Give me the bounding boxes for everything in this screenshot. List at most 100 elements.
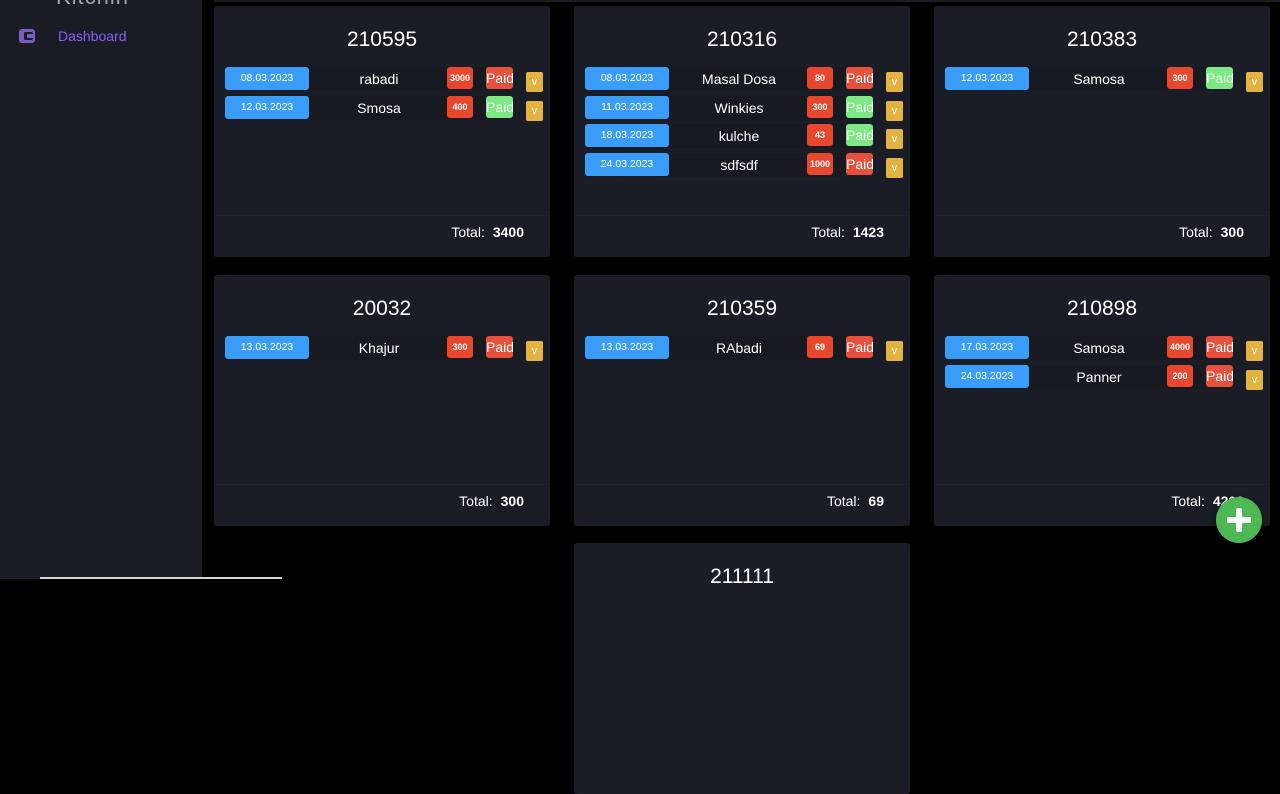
item-name: Panner <box>1076 368 1122 385</box>
order-row: 13.03.2023 Khajur 300 Paid v <box>225 331 544 361</box>
order-row: 13.03.2023 RAbadi 69 Paid v <box>585 331 904 361</box>
amount-badge: 69 <box>807 336 833 358</box>
order-card: 210383 12.03.2023 Samosa 300 Paid v Total: 300 <box>934 6 1270 257</box>
item-name: Samosa <box>1073 71 1125 87</box>
total-value: 3400 <box>492 224 524 240</box>
amount-badge: 300 <box>807 95 833 118</box>
item-name: rabadi <box>359 71 399 87</box>
paid-status-button[interactable]: Paid <box>846 124 873 146</box>
view-button[interactable]: v <box>526 341 543 361</box>
view-button[interactable]: v <box>1246 369 1263 390</box>
view-button[interactable]: v <box>1246 341 1263 361</box>
card-title: 210595 <box>346 28 418 51</box>
dashboard-main: 210595 08.03.2023 rabadi 3000 Paid v 12.03.202… <box>202 0 1280 794</box>
amount-badge: 300 <box>447 336 473 358</box>
date-badge[interactable]: 13.03.2023 <box>585 336 669 359</box>
order-row: 18.03.2023 kulche 43 Paid v <box>585 119 904 149</box>
total: Total: 69 <box>827 493 884 509</box>
top-divider <box>214 0 1280 2</box>
view-button[interactable]: v <box>886 341 903 361</box>
total-value: 69 <box>868 493 884 509</box>
total: Total: 3400 <box>451 224 524 240</box>
total: Total: 1423 <box>811 224 884 240</box>
amount-badge: 80 <box>807 67 833 89</box>
item-name: Khajur <box>358 340 400 356</box>
paid-status-button[interactable]: Paid <box>486 336 513 358</box>
sidebar-item-dashboard[interactable]: Dashboard <box>18 28 127 44</box>
view-button[interactable]: v <box>1246 72 1263 92</box>
item-name: Smosa <box>357 99 401 116</box>
amount-badge: 3000 <box>447 67 473 89</box>
paid-status-button[interactable]: Paid <box>486 95 513 118</box>
brand-logo-text: Kitchin <box>56 0 129 10</box>
order-card: 211111 <box>574 543 910 794</box>
item-name: kulche <box>718 128 760 144</box>
order-rows: 08.03.2023 Masal Dosa 80 Paid v 11.03.2023 Win… <box>585 62 904 178</box>
total-label: Total: <box>811 224 845 240</box>
order-row: 17.03.2023 Samosa 4000 Paid v <box>945 331 1264 361</box>
paid-status-button[interactable]: Paid <box>486 67 513 89</box>
card-footer: Total: 69 <box>574 484 910 526</box>
total-label: Total: <box>459 493 493 509</box>
view-button[interactable]: v <box>526 72 543 92</box>
item-name: Samosa <box>1073 340 1125 356</box>
date-badge[interactable]: 12.03.2023 <box>225 95 309 119</box>
paid-status-button[interactable]: Paid <box>1206 336 1233 358</box>
order-row: 08.03.2023 Masal Dosa 80 Paid v <box>585 62 904 92</box>
date-badge[interactable]: 17.03.2023 <box>945 336 1029 359</box>
order-rows: 08.03.2023 rabadi 3000 Paid v 12.03.2023 Smosa… <box>225 62 544 121</box>
paid-status-button[interactable]: Paid <box>1206 364 1233 387</box>
wallet-icon <box>18 28 36 44</box>
order-row: 12.03.2023 Smosa 400 Paid v <box>225 91 544 121</box>
add-order-button[interactable] <box>1216 497 1262 543</box>
item-name: sdfsdf <box>720 156 758 173</box>
date-badge[interactable]: 24.03.2023 <box>585 152 669 176</box>
view-button[interactable]: v <box>526 100 543 121</box>
amount-badge: 400 <box>447 95 473 118</box>
view-button[interactable]: v <box>886 129 903 149</box>
item-name: Masal Dosa <box>702 71 776 87</box>
view-button[interactable]: v <box>886 100 903 121</box>
total-value: 300 <box>1220 224 1244 240</box>
card-footer: Total: 300 <box>214 484 550 526</box>
item-name: Winkies <box>714 99 764 116</box>
sidebar-item-label: Dashboard <box>58 28 127 44</box>
view-button[interactable]: v <box>886 157 903 178</box>
order-rows: 13.03.2023 Khajur 300 Paid v <box>225 331 544 361</box>
date-badge[interactable]: 11.03.2023 <box>585 95 669 119</box>
total: Total: 300 <box>459 493 524 509</box>
card-title: 210898 <box>1066 297 1138 320</box>
order-row: 24.03.2023 Panner 200 Paid v <box>945 360 1264 390</box>
order-card: 210316 08.03.2023 Masal Dosa 80 Paid v 11.03.2… <box>574 6 910 257</box>
paid-status-button[interactable]: Paid <box>1206 67 1233 89</box>
order-card: 210595 08.03.2023 rabadi 3000 Paid v 12.03.202… <box>214 6 550 257</box>
order-row: 12.03.2023 Samosa 300 Paid v <box>945 62 1264 92</box>
card-footer: Total: 1423 <box>574 215 910 257</box>
total-label: Total: <box>1179 224 1213 240</box>
amount-badge: 4000 <box>1167 336 1193 358</box>
amount-badge: 300 <box>1167 67 1193 89</box>
view-button[interactable]: v <box>886 72 903 92</box>
order-rows: 12.03.2023 Samosa 300 Paid v <box>945 62 1264 92</box>
paid-status-button[interactable]: Paid <box>846 95 873 118</box>
date-badge[interactable]: 13.03.2023 <box>225 336 309 359</box>
date-badge[interactable]: 24.03.2023 <box>945 364 1029 388</box>
card-title: 211111 <box>710 565 774 588</box>
total-label: Total: <box>1171 493 1205 509</box>
order-card: 210359 13.03.2023 RAbadi 69 Paid v Total: 69 <box>574 275 910 526</box>
card-title: 210359 <box>706 297 778 320</box>
order-row: 11.03.2023 Winkies 300 Paid v <box>585 91 904 121</box>
item-name: RAbadi <box>716 340 762 356</box>
amount-badge: 200 <box>1167 364 1193 387</box>
paid-status-button[interactable]: Paid <box>846 67 873 89</box>
paid-status-button[interactable]: Paid <box>846 152 873 175</box>
date-badge[interactable]: 12.03.2023 <box>945 67 1029 90</box>
total-value: 1423 <box>852 224 884 240</box>
amount-badge: 43 <box>807 124 833 146</box>
order-card: 210898 17.03.2023 Samosa 4000 Paid v 24.03.202… <box>934 275 1270 526</box>
date-badge[interactable]: 08.03.2023 <box>585 67 669 90</box>
date-badge[interactable]: 18.03.2023 <box>585 124 669 147</box>
date-badge[interactable]: 08.03.2023 <box>225 67 309 90</box>
total-value: 300 <box>500 493 524 509</box>
paid-status-button[interactable]: Paid <box>846 336 873 358</box>
